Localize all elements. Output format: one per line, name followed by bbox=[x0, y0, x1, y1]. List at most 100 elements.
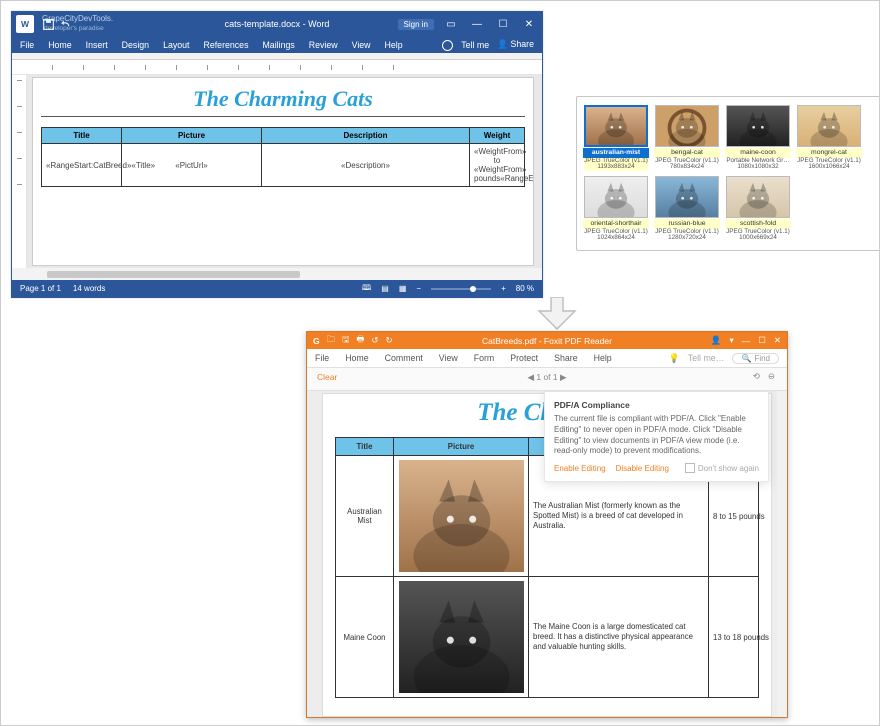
zoom-slider[interactable] bbox=[431, 288, 491, 290]
zoom-level[interactable]: 80 % bbox=[516, 284, 534, 293]
thumb-image bbox=[726, 176, 790, 218]
print-icon[interactable]: 🖶 bbox=[356, 334, 364, 348]
ribbon-min-icon[interactable]: ▾ bbox=[729, 335, 733, 346]
thumb-image bbox=[726, 105, 790, 147]
vertical-ruler[interactable] bbox=[12, 75, 27, 268]
tab-help[interactable]: Help bbox=[594, 353, 612, 363]
minimize-icon[interactable]: — bbox=[468, 19, 486, 30]
tab-home[interactable]: Home bbox=[48, 40, 71, 50]
tab-view[interactable]: View bbox=[439, 353, 458, 363]
thumbnail-oriental-shorthair[interactable]: oriental-shorthair JPEG TrueColor (v1.1)… bbox=[583, 176, 649, 242]
bulb-icon bbox=[442, 40, 453, 51]
tab-references[interactable]: References bbox=[203, 40, 248, 50]
thumbnail-maine-coon[interactable]: maine-coon Portable Network Gr…1080x1080… bbox=[725, 105, 791, 171]
status-page[interactable]: Page 1 of 1 bbox=[20, 284, 61, 293]
thumb-image bbox=[797, 105, 861, 147]
tab-mailings[interactable]: Mailings bbox=[262, 40, 294, 50]
thumbnail-scottish-fold[interactable]: scottish-fold JPEG TrueColor (v1.1)1000x… bbox=[725, 176, 791, 242]
thumb-meta: JPEG TrueColor (v1.1)1000x669x24 bbox=[726, 229, 790, 242]
word-logo-icon: W bbox=[16, 15, 34, 33]
view-read-icon[interactable]: 🕮 bbox=[362, 282, 371, 296]
th-title: Title bbox=[336, 438, 394, 456]
table-row: Maine Coon The Maine Coon is a large dom… bbox=[336, 577, 759, 698]
pdf-titlebar[interactable]: G 🗀 🖫 🖶 ↺ ↻ CatBreeds.pdf - Foxit PDF Re… bbox=[307, 332, 787, 349]
tab-comment[interactable]: Comment bbox=[385, 353, 423, 363]
signin-button[interactable]: Sign in bbox=[398, 19, 434, 30]
td-title: «RangeStart:CatBreed»«Title» bbox=[42, 144, 122, 187]
tab-file[interactable]: File bbox=[20, 40, 34, 50]
cell-picture bbox=[394, 456, 529, 577]
tab-form[interactable]: Form bbox=[474, 353, 495, 363]
word-titlebar[interactable]: W GrapeCityDevTools. developer's paradis… bbox=[12, 12, 542, 36]
document-surface[interactable]: The Charming Cats Title Picture Descript… bbox=[32, 77, 534, 266]
thumb-meta: JPEG TrueColor (v1.1)1600x1066x24 bbox=[797, 158, 861, 171]
td-weight: «WeightFrom» to «WeightFrom» pounds«Rang… bbox=[470, 144, 525, 187]
tab-design[interactable]: Design bbox=[122, 40, 149, 50]
user-icon[interactable]: 👤 bbox=[711, 335, 722, 346]
enable-editing-link[interactable]: Enable Editing bbox=[554, 464, 606, 473]
dont-show-checkbox[interactable]: Don't show again bbox=[685, 463, 759, 473]
ribbon-strip bbox=[12, 53, 542, 60]
open-icon[interactable]: 🗀 bbox=[327, 334, 336, 348]
minimize-icon[interactable]: — bbox=[742, 336, 751, 346]
view-print-icon[interactable]: ▤ bbox=[381, 284, 389, 293]
thumbnail-australian-mist[interactable]: australian-mist JPEG TrueColor (v1.1)119… bbox=[583, 105, 649, 171]
undo-icon[interactable] bbox=[59, 18, 72, 31]
tellme-input[interactable]: Tell me… bbox=[688, 353, 725, 363]
thumbnail-mongrel-cat[interactable]: mongrel-cat JPEG TrueColor (v1.1)1600x10… bbox=[796, 105, 862, 171]
cell-picture bbox=[394, 577, 529, 698]
pdf-ribbon-tabs: File Home Comment View Form Protect Shar… bbox=[307, 349, 787, 368]
tellme-input[interactable]: Tell me bbox=[461, 40, 489, 50]
page-indicator: ◀ 1 of 1 ▶ bbox=[307, 372, 787, 383]
fit-width-icon[interactable]: ⟲ bbox=[753, 371, 760, 382]
horizontal-scrollbar[interactable] bbox=[12, 268, 542, 280]
clear-button[interactable]: Clear bbox=[317, 372, 337, 382]
cell-desc: The Maine Coon is a large domesticated c… bbox=[529, 577, 709, 698]
tab-home[interactable]: Home bbox=[345, 353, 368, 363]
ribbon-display-icon[interactable]: ▭ bbox=[442, 19, 460, 30]
tab-layout[interactable]: Layout bbox=[163, 40, 189, 50]
thumb-image bbox=[584, 105, 648, 147]
close-icon[interactable]: ✕ bbox=[520, 19, 538, 30]
horizontal-ruler[interactable] bbox=[12, 60, 542, 75]
popover-heading: PDF/A Compliance bbox=[554, 400, 759, 410]
thumbnail-russian-blue[interactable]: russian-blue JPEG TrueColor (v1.1)1280x7… bbox=[654, 176, 720, 242]
tab-protect[interactable]: Protect bbox=[510, 353, 538, 363]
save-icon[interactable]: 🖫 bbox=[342, 334, 349, 348]
tab-review[interactable]: Review bbox=[309, 40, 338, 50]
checkbox-icon bbox=[685, 463, 695, 473]
down-arrow-icon bbox=[537, 297, 577, 331]
title-rule bbox=[41, 116, 525, 117]
close-icon[interactable]: ✕ bbox=[774, 335, 781, 346]
thumb-meta: JPEG TrueColor (v1.1)780x834x24 bbox=[655, 158, 719, 171]
find-input[interactable]: 🔍 Find bbox=[732, 353, 779, 364]
pdfa-popover: PDF/A Compliance The current file is com… bbox=[544, 391, 769, 482]
maximize-icon[interactable]: ☐ bbox=[758, 335, 766, 346]
vertical-scrollbar[interactable] bbox=[777, 391, 787, 717]
redo-icon[interactable]: ↻ bbox=[386, 335, 393, 346]
status-words[interactable]: 14 words bbox=[73, 284, 105, 293]
tab-view[interactable]: View bbox=[352, 40, 371, 50]
thumbnail-bengal-cat[interactable]: bengal-cat JPEG TrueColor (v1.1)780x834x… bbox=[654, 105, 720, 171]
pdf-body: The Charmin Title Picture Description We… bbox=[307, 391, 787, 717]
tab-help[interactable]: Help bbox=[385, 40, 403, 50]
zoom-in-button[interactable]: + bbox=[501, 284, 506, 293]
view-web-icon[interactable]: ▦ bbox=[399, 284, 407, 293]
thumb-image bbox=[655, 105, 719, 147]
bulb-icon: 💡 bbox=[669, 353, 680, 364]
undo-icon[interactable]: ↺ bbox=[371, 335, 378, 346]
zoom-out-button[interactable]: − bbox=[416, 284, 421, 293]
foxit-logo-icon: G bbox=[313, 336, 320, 346]
disable-editing-link[interactable]: Disable Editing bbox=[616, 464, 669, 473]
close-bar-icon[interactable]: ⊖ bbox=[768, 371, 775, 382]
th-picture: Picture bbox=[394, 438, 529, 456]
td-desc: «Description» bbox=[262, 144, 470, 187]
share-button[interactable]: 👤 Share bbox=[497, 39, 534, 50]
word-ribbon-tabs: File Home Insert Design Layout Reference… bbox=[12, 36, 542, 53]
thumbnail-panel: australian-mist JPEG TrueColor (v1.1)119… bbox=[576, 96, 880, 251]
save-icon[interactable] bbox=[42, 18, 55, 31]
tab-share[interactable]: Share bbox=[554, 353, 577, 363]
maximize-icon[interactable]: ☐ bbox=[494, 19, 512, 30]
tab-insert[interactable]: Insert bbox=[86, 40, 108, 50]
tab-file[interactable]: File bbox=[315, 353, 329, 363]
